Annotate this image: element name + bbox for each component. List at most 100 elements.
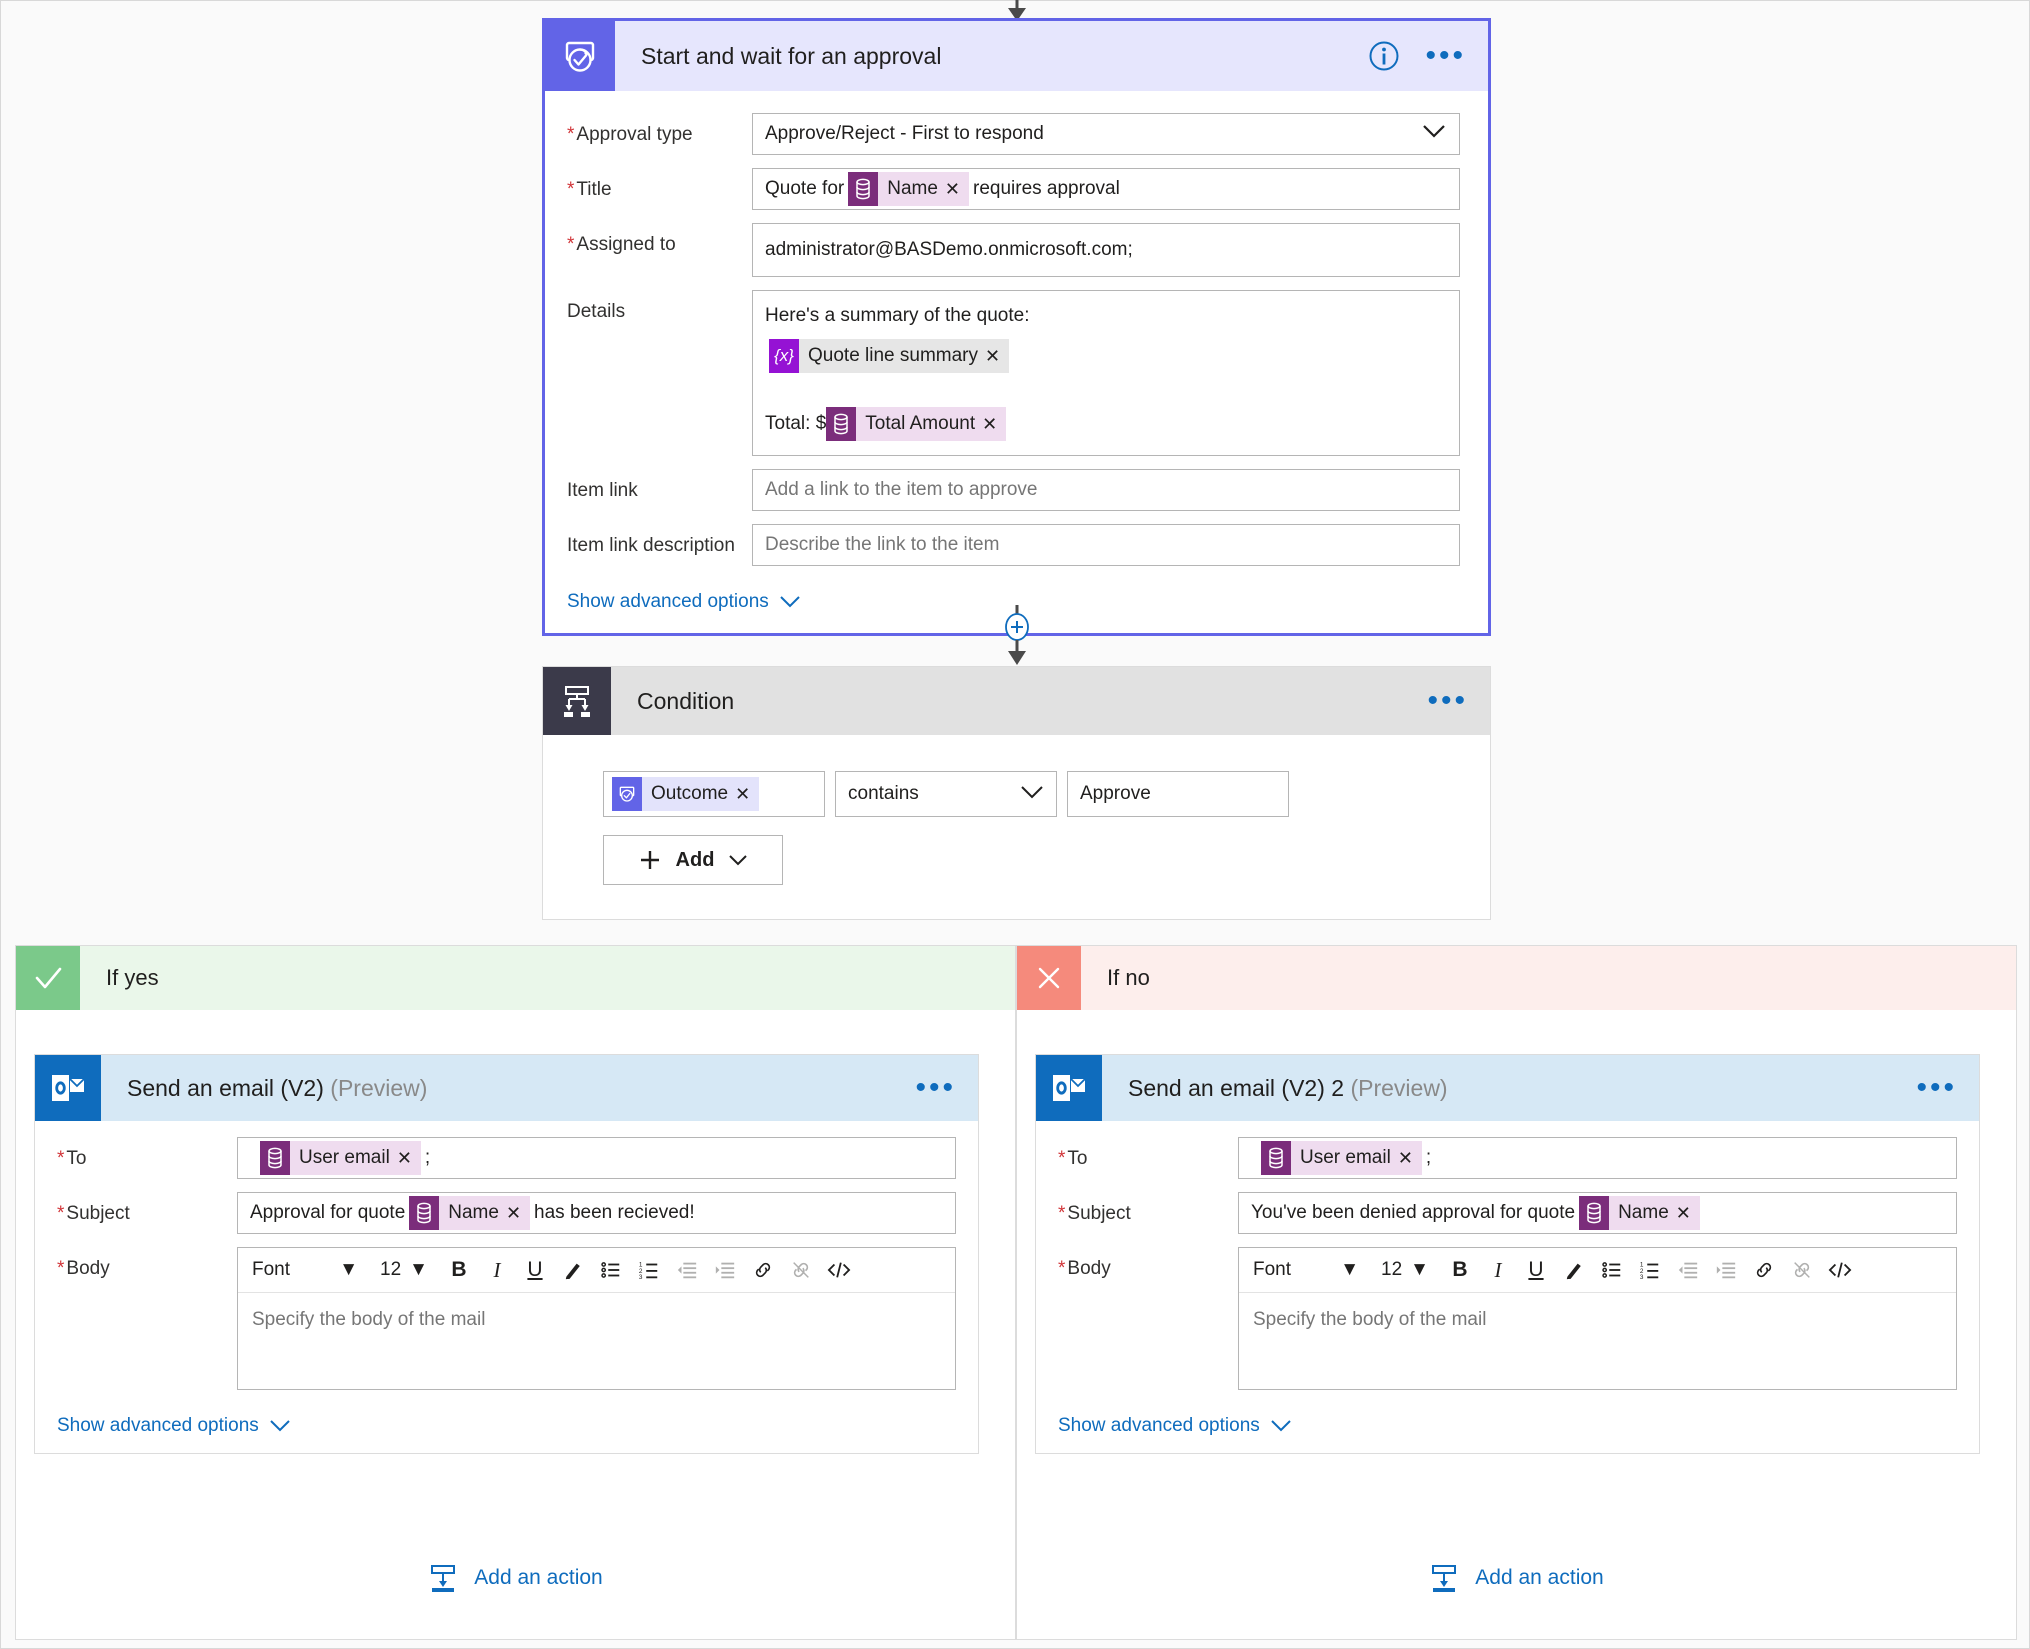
- chevron-down-icon: [1271, 1420, 1291, 1432]
- font-size-dropdown[interactable]: 12 ▼: [1369, 1252, 1441, 1288]
- required-asterisk: *: [57, 1203, 65, 1224]
- token-remove-icon[interactable]: ✕: [1398, 1148, 1422, 1169]
- more-options-icon[interactable]: •••: [1425, 41, 1466, 71]
- add-action-button-yes[interactable]: Add an action: [16, 1563, 1015, 1593]
- action-card-condition[interactable]: Condition ••• Outcome ✕ contains Approve…: [542, 666, 1491, 920]
- more-options-icon[interactable]: •••: [1916, 1073, 1957, 1103]
- approval-type-dropdown[interactable]: Approve/Reject - First to respond: [752, 113, 1460, 155]
- token-name[interactable]: Name ✕: [409, 1196, 531, 1230]
- show-advanced-options-link-no[interactable]: Show advanced options: [1058, 1415, 1292, 1437]
- title-suffix-text: requires approval: [973, 178, 1120, 199]
- bold-button[interactable]: B: [1441, 1252, 1479, 1288]
- code-view-icon[interactable]: [1821, 1252, 1859, 1288]
- condition-value: Approve: [1080, 783, 1151, 804]
- token-remove-icon[interactable]: ✕: [506, 1203, 530, 1224]
- condition-operator-dropdown[interactable]: contains: [835, 771, 1057, 817]
- font-size-dropdown[interactable]: 12 ▼: [368, 1252, 440, 1288]
- font-color-icon[interactable]: [554, 1252, 592, 1288]
- code-view-icon[interactable]: [820, 1252, 858, 1288]
- action-card-send-email-no[interactable]: Send an email (V2) 2 (Preview) ••• *To: [1035, 1054, 1980, 1454]
- approval-type-label: * Approval type: [567, 124, 693, 145]
- token-remove-icon[interactable]: ✕: [397, 1148, 421, 1169]
- to-input-yes[interactable]: User email ✕ ;: [237, 1137, 956, 1179]
- plus-icon: [640, 851, 659, 869]
- condition-body: Outcome ✕ contains Approve Add: [543, 735, 1490, 919]
- details-input[interactable]: Here's a summary of the quote: {x} Quote…: [752, 290, 1460, 456]
- approval-card-header[interactable]: Start and wait for an approval •••: [545, 21, 1488, 91]
- numbered-list-icon[interactable]: 1 2 3: [1631, 1252, 1669, 1288]
- email-card-header-yes[interactable]: Send an email (V2) (Preview) •••: [35, 1055, 978, 1121]
- token-label: Name: [1618, 1202, 1669, 1223]
- condition-operator-value: contains: [848, 783, 919, 804]
- subject-input-no[interactable]: You've been denied approval for quote Na…: [1238, 1192, 1957, 1234]
- email-form-no: * To User email ✕ ; * Subject You've bee…: [1036, 1121, 1979, 1453]
- condition-value-input[interactable]: Approve: [1067, 771, 1289, 817]
- chevron-down-icon: [729, 854, 748, 865]
- bold-button[interactable]: B: [440, 1252, 478, 1288]
- branch-label-if-yes: If yes: [106, 965, 159, 990]
- add-condition-button[interactable]: Add: [603, 835, 783, 885]
- condition-operand-field[interactable]: Outcome ✕: [603, 771, 825, 817]
- info-icon[interactable]: [1367, 39, 1401, 73]
- bulleted-list-icon[interactable]: [592, 1252, 630, 1288]
- token-remove-icon[interactable]: ✕: [945, 179, 969, 200]
- item-link-description-label: Item link description: [567, 535, 735, 556]
- title-label: * Title: [567, 179, 612, 200]
- action-card-send-email-yes[interactable]: Send an email (V2) (Preview) ••• * To Us…: [34, 1054, 979, 1454]
- to-input-no[interactable]: User email ✕ ;: [1238, 1137, 1957, 1179]
- link-icon[interactable]: [744, 1252, 782, 1288]
- details-line-1: Here's a summary of the quote:: [765, 305, 1030, 326]
- token-user-email[interactable]: User email ✕: [260, 1141, 421, 1175]
- italic-button[interactable]: I: [478, 1252, 516, 1288]
- subject-suffix-yes: has been recieved!: [534, 1202, 695, 1223]
- show-advanced-options-link-approval[interactable]: Show advanced options: [567, 591, 801, 613]
- item-link-description-input[interactable]: Describe the link to the item: [752, 524, 1460, 566]
- subject-input-yes[interactable]: Approval for quote Name ✕ has been recie…: [237, 1192, 956, 1234]
- subject-prefix-no: You've been denied approval for quote: [1251, 1202, 1576, 1223]
- token-total-amount[interactable]: Total Amount ✕: [826, 407, 1007, 441]
- condition-card-header[interactable]: Condition •••: [543, 667, 1490, 735]
- underline-button[interactable]: U: [1517, 1252, 1555, 1288]
- token-name[interactable]: Name ✕: [848, 172, 969, 206]
- check-icon: [16, 946, 80, 1010]
- field-row-item-link-description: Item link description Describe the link …: [567, 524, 1460, 566]
- condition-header-actions: •••: [1427, 686, 1490, 716]
- required-asterisk: *: [567, 124, 575, 145]
- font-family-dropdown[interactable]: Font ▼: [240, 1252, 368, 1288]
- required-asterisk: *: [57, 1258, 65, 1279]
- token-user-email[interactable]: User email ✕: [1261, 1141, 1422, 1175]
- bulleted-list-icon[interactable]: [1593, 1252, 1631, 1288]
- branch-if-yes: If yes Send an email (V2) (Preview) ••• …: [15, 945, 1016, 1640]
- add-action-button-no[interactable]: Add an action: [1017, 1563, 2016, 1593]
- email-card-header-no[interactable]: Send an email (V2) 2 (Preview) •••: [1036, 1055, 1979, 1121]
- assigned-to-input[interactable]: administrator@BASDemo.onmicrosoft.com;: [752, 223, 1460, 277]
- token-remove-icon[interactable]: ✕: [982, 414, 1006, 435]
- token-remove-icon[interactable]: ✕: [985, 346, 1009, 367]
- title-input[interactable]: Quote for Name ✕ requires approval: [752, 168, 1460, 210]
- token-quote-line-summary[interactable]: {x} Quote line summary ✕: [769, 339, 1010, 373]
- font-color-icon[interactable]: [1555, 1252, 1593, 1288]
- underline-button[interactable]: U: [516, 1252, 554, 1288]
- body-rich-text-editor-yes[interactable]: Font ▼ 12 ▼ B I U 1 2 3 Specify the body…: [237, 1247, 956, 1390]
- chevron-down-icon[interactable]: [1421, 123, 1447, 145]
- body-placeholder-no[interactable]: Specify the body of the mail: [1239, 1293, 1956, 1389]
- condition-card-title: Condition: [637, 687, 735, 714]
- show-advanced-options-link-yes[interactable]: Show advanced options: [57, 1415, 291, 1437]
- caret-down-icon: ▼: [339, 1259, 358, 1280]
- more-options-icon[interactable]: •••: [915, 1073, 956, 1103]
- numbered-list-icon[interactable]: 1 2 3: [630, 1252, 668, 1288]
- token-remove-icon[interactable]: ✕: [1676, 1203, 1700, 1224]
- body-rich-text-editor-no[interactable]: Font ▼ 12 ▼ B I U 1 2 3 Specify the body…: [1238, 1247, 1957, 1390]
- token-outcome[interactable]: Outcome ✕: [612, 777, 760, 811]
- body-placeholder-yes[interactable]: Specify the body of the mail: [238, 1293, 955, 1389]
- link-icon[interactable]: [1745, 1252, 1783, 1288]
- item-link-input[interactable]: Add a link to the item to approve: [752, 469, 1460, 511]
- field-row-to-yes: * To User email ✕ ;: [57, 1137, 956, 1179]
- action-card-approval[interactable]: Start and wait for an approval ••• * Appr…: [542, 18, 1491, 636]
- token-name[interactable]: Name ✕: [1579, 1196, 1700, 1230]
- font-family-dropdown[interactable]: Font ▼: [1241, 1252, 1369, 1288]
- italic-button[interactable]: I: [1479, 1252, 1517, 1288]
- field-row-assigned-to: * Assigned to administrator@BASDemo.onmic…: [567, 223, 1460, 277]
- token-remove-icon[interactable]: ✕: [735, 784, 759, 805]
- more-options-icon[interactable]: •••: [1427, 686, 1468, 716]
